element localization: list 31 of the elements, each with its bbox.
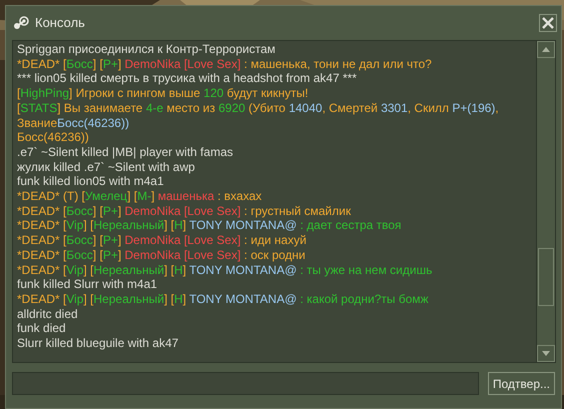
down-arrow-icon (542, 351, 550, 356)
log-line: funk died (17, 321, 67, 336)
log-line: .e7` ~Silent killed |MB| player with famas (17, 144, 234, 160)
log-line: [STATS] Вы занимаете 4-е место из 6920 (Убито 14040, Смертей 3301, Скилл P+(196), ЗваниеБосс(46236)) (17, 100, 500, 130)
scroll-down-button[interactable] (537, 345, 555, 362)
close-icon (542, 17, 554, 29)
submit-button[interactable]: Подтвер... (488, 372, 555, 395)
log-line: Spriggan присоединился к Контр-Террористам (17, 42, 276, 57)
log-line: *DEAD* [Босс] [P+] DemoNika [Love Sex] : машенька, тони не дал или что? (17, 56, 433, 72)
scroll-thumb[interactable] (538, 248, 554, 306)
log-line: Slurr killed blueguile with ak47 (17, 336, 180, 351)
log-line: *DEAD* (T) [Умелец] [M-] машенька : вхахах (17, 189, 263, 204)
log-line: *DEAD* [Босс] [P+] DemoNika [Love Sex] : иди нахуй (17, 233, 308, 248)
log-line: *DEAD* [Vip] [Нереальный] [H] TONY MONTANA@ : дает сестра твоя (17, 218, 402, 234)
command-input-field[interactable] (12, 372, 479, 395)
log-line: *DEAD* [Vip] [Нереальный] [H] TONY MONTANA@ : ты уже на нем сидишь (17, 262, 434, 278)
log-line: Босс(46236)) (17, 130, 90, 145)
window-title: Консоль (35, 14, 85, 32)
log-line: alldritc died (17, 306, 79, 322)
log-line: [HighPing] Игроки с пингом выше 120 будут кикнуты! (17, 86, 310, 101)
steam-logo-icon (13, 16, 29, 30)
log-line: жулик killed .e7` ~Silent with awp (17, 160, 196, 174)
close-button[interactable] (539, 14, 557, 32)
log-line: *DEAD* [Босс] [P+] DemoNika [Love Sex] : грустный смайлик (17, 204, 352, 218)
log-line: *DEAD* [Vip] [Нереальный] [H] TONY MONTANA@ : какой родни?ты бомж (17, 292, 430, 307)
log-line: *DEAD* [Босс] [P+] DemoNika [Love Sex] : оск родни (17, 248, 306, 263)
up-arrow-icon (542, 47, 550, 52)
log-line: funk killed Slurr with m4a1 (17, 277, 158, 292)
scroll-up-button[interactable] (537, 41, 555, 58)
log-line: funk killed lion05 with m4a1 (17, 174, 165, 190)
log-line: *** lion05 killed смерть в трусика with a headshot from ak47 *** (17, 71, 358, 86)
